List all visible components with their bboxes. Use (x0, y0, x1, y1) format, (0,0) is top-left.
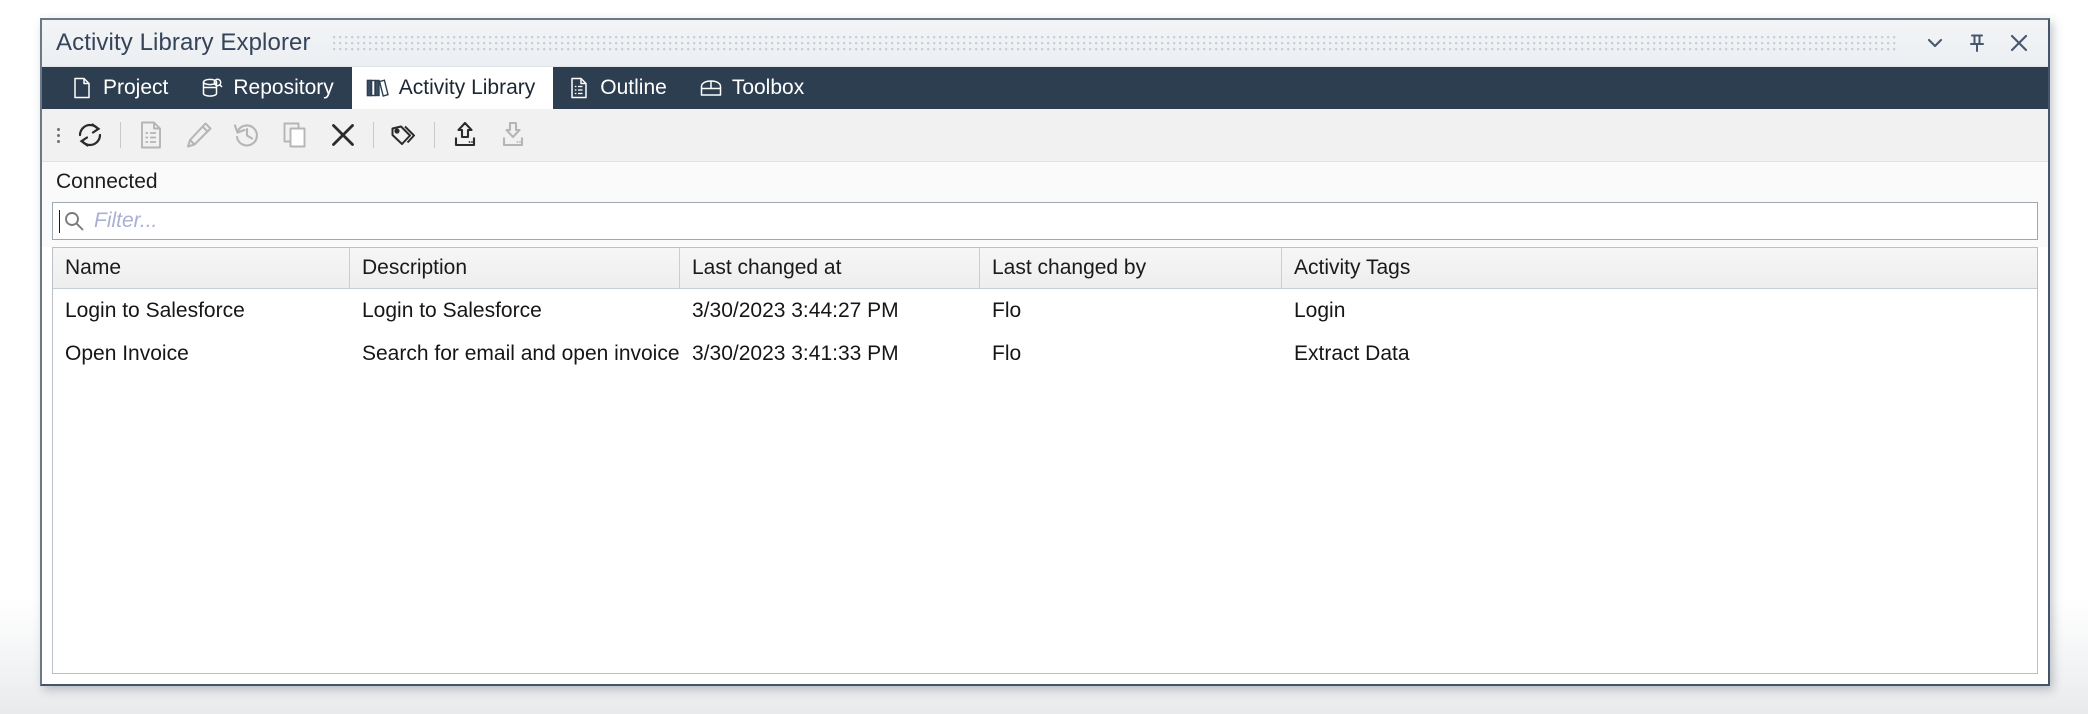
title-bar: Activity Library Explorer (42, 20, 2048, 67)
column-header-last-changed-by[interactable]: Last changed by (980, 248, 1282, 288)
edit-pencil-icon[interactable] (175, 113, 223, 157)
toolbar-separator (120, 122, 121, 148)
cell-activity-tags: Login (1282, 289, 2037, 332)
history-icon[interactable] (223, 113, 271, 157)
tab-label: Activity Library (399, 76, 536, 100)
text-caret (59, 210, 60, 233)
toolbar-separator (434, 122, 435, 148)
toolbar-grip[interactable] (50, 121, 66, 149)
tab-label: Project (103, 76, 168, 100)
chevron-down-icon[interactable] (1914, 22, 1956, 64)
filter-placeholder: Filter... (94, 209, 157, 233)
cell-last-changed-by: Flo (980, 332, 1282, 375)
panel-title: Activity Library Explorer (56, 29, 311, 57)
cell-name: Login to Salesforce (53, 289, 350, 332)
cell-description: Search for email and open invoice (350, 332, 680, 375)
upload-icon[interactable] (441, 113, 489, 157)
toolbar-separator (373, 122, 374, 148)
pin-icon[interactable] (1956, 22, 1998, 64)
cell-last-changed-at: 3/30/2023 3:41:33 PM (680, 332, 980, 375)
cell-last-changed-at: 3/30/2023 3:44:27 PM (680, 289, 980, 332)
table-header-row: Name Description Last changed at Last ch… (53, 248, 2037, 289)
repository-icon (200, 76, 224, 100)
copy-icon[interactable] (271, 113, 319, 157)
tab-label: Toolbox (732, 76, 804, 100)
tab-repository[interactable]: Repository (186, 67, 351, 109)
search-icon (63, 210, 85, 232)
tab-strip: Project Repository (42, 67, 2048, 109)
close-icon[interactable] (1998, 22, 2040, 64)
tab-project[interactable]: Project (56, 67, 186, 109)
filter-input[interactable]: Filter... (52, 202, 2038, 240)
new-document-icon[interactable] (127, 113, 175, 157)
download-icon[interactable] (489, 113, 537, 157)
column-header-description[interactable]: Description (350, 248, 680, 288)
refresh-icon[interactable] (66, 113, 114, 157)
activity-table: Name Description Last changed at Last ch… (52, 247, 2038, 674)
tab-toolbox[interactable]: Toolbox (685, 67, 822, 109)
column-header-activity-tags[interactable]: Activity Tags (1282, 248, 2037, 288)
cell-activity-tags: Extract Data (1282, 332, 2037, 375)
outline-icon (567, 76, 591, 100)
column-header-name[interactable]: Name (53, 248, 350, 288)
toolbar (42, 109, 2048, 162)
table-row[interactable]: Login to Salesforce Login to Salesforce … (53, 289, 2037, 332)
status-text: Connected (56, 170, 158, 194)
application-shell: Activity Library Explorer (0, 0, 2088, 714)
column-header-last-changed-at[interactable]: Last changed at (680, 248, 980, 288)
cell-name: Open Invoice (53, 332, 350, 375)
cell-description: Login to Salesforce (350, 289, 680, 332)
tab-activity-library[interactable]: Activity Library (352, 67, 554, 109)
filter-container: Filter... (42, 202, 2048, 247)
table-row[interactable]: Open Invoice Search for email and open i… (53, 332, 2037, 375)
tab-outline[interactable]: Outline (553, 67, 685, 109)
tag-icon[interactable] (380, 113, 428, 157)
title-drag-grip[interactable] (333, 36, 1898, 54)
table-body: Login to Salesforce Login to Salesforce … (53, 289, 2037, 673)
tab-label: Repository (233, 76, 333, 100)
activity-library-explorer-panel: Activity Library Explorer (40, 18, 2050, 686)
toolbox-icon (699, 76, 723, 100)
delete-x-icon[interactable] (319, 113, 367, 157)
document-icon (70, 76, 94, 100)
cell-last-changed-by: Flo (980, 289, 1282, 332)
connection-status-bar: Connected (42, 162, 2048, 202)
tab-label: Outline (600, 76, 667, 100)
books-icon (366, 76, 390, 100)
